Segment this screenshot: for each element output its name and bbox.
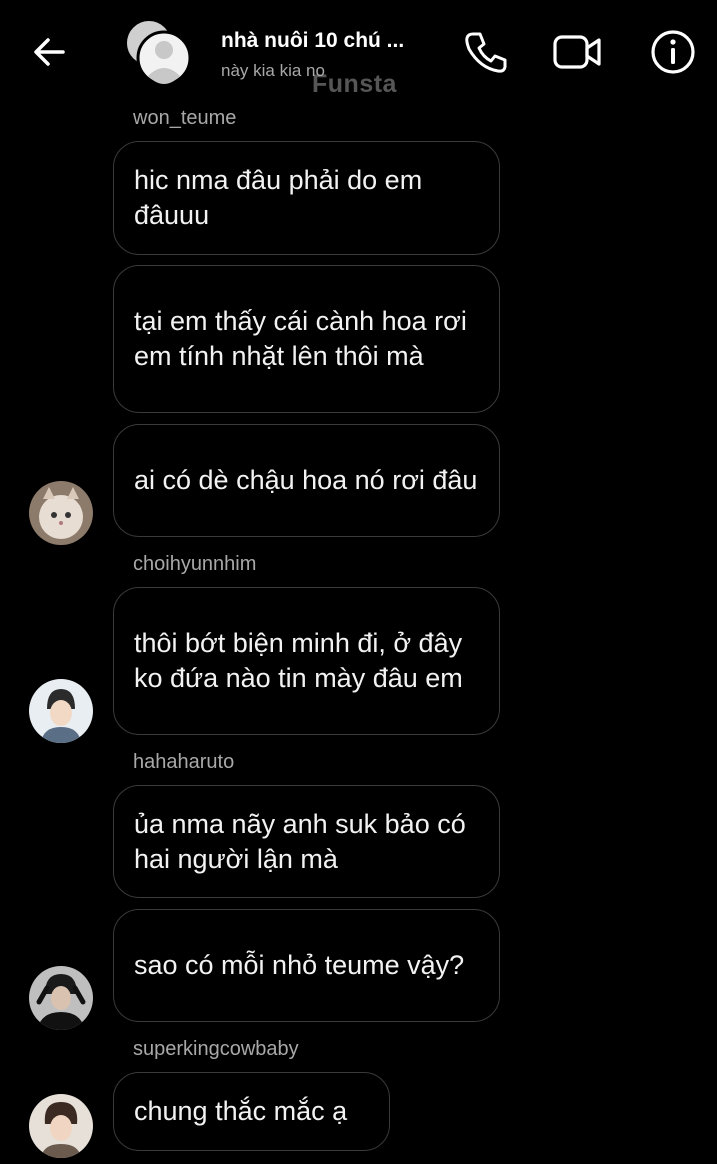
message-bubble[interactable]: thôi bớt biện minh đi, ở đây ko đứa nào … xyxy=(113,587,500,735)
avatar[interactable] xyxy=(29,481,93,545)
watermark: Funsta xyxy=(312,70,397,98)
group-title[interactable]: nhà nuôi 10 chú ... xyxy=(221,29,404,53)
group-subtitle: này kia kia no xyxy=(221,61,325,80)
avatar[interactable] xyxy=(29,1094,93,1158)
sender-name: won_teume xyxy=(133,107,237,129)
message-text: ai có dè chậu hoa nó rơi đâu xyxy=(134,465,478,495)
avatar[interactable] xyxy=(29,966,93,1030)
message-text: chung thắc mắc ạ xyxy=(134,1096,348,1126)
video-camera-icon[interactable] xyxy=(552,27,602,77)
message-bubble[interactable]: ai có dè chậu hoa nó rơi đâu xyxy=(113,424,500,537)
group-avatar[interactable] xyxy=(122,18,194,88)
message-bubble[interactable]: chung thắc mắc ạ xyxy=(113,1072,390,1151)
avatar[interactable] xyxy=(29,679,93,743)
message-text: ủa nma nãy anh suk bảo có hai người lận … xyxy=(134,808,466,874)
sender-name: superkingcowbaby xyxy=(133,1038,299,1060)
info-icon[interactable] xyxy=(648,27,698,77)
message-text: thôi bớt biện minh đi, ở đây ko đứa nào … xyxy=(134,628,463,693)
phone-icon[interactable] xyxy=(460,27,510,77)
message-bubble[interactable]: ủa nma nãy anh suk bảo có hai người lận … xyxy=(113,785,500,898)
message-bubble[interactable]: tại em thấy cái cành hoa rơi em tính nhặ… xyxy=(113,265,500,413)
message-text: sao có mỗi nhỏ teume vậy? xyxy=(134,950,465,980)
message-text: hic nma đâu phải do em đâuuu xyxy=(134,165,423,230)
message-bubble[interactable]: sao có mỗi nhỏ teume vậy? xyxy=(113,909,500,1022)
message-bubble[interactable]: hic nma đâu phải do em đâuuu xyxy=(113,141,500,255)
chat-header: nhà nuôi 10 chú ... này kia kia no Funst… xyxy=(0,0,717,104)
arrow-left-icon[interactable] xyxy=(30,32,70,72)
sender-name: choihyunnhim xyxy=(133,553,257,575)
message-text: tại em thấy cái cành hoa rơi em tính nhặ… xyxy=(134,306,467,371)
sender-name: hahaharuto xyxy=(133,751,235,773)
